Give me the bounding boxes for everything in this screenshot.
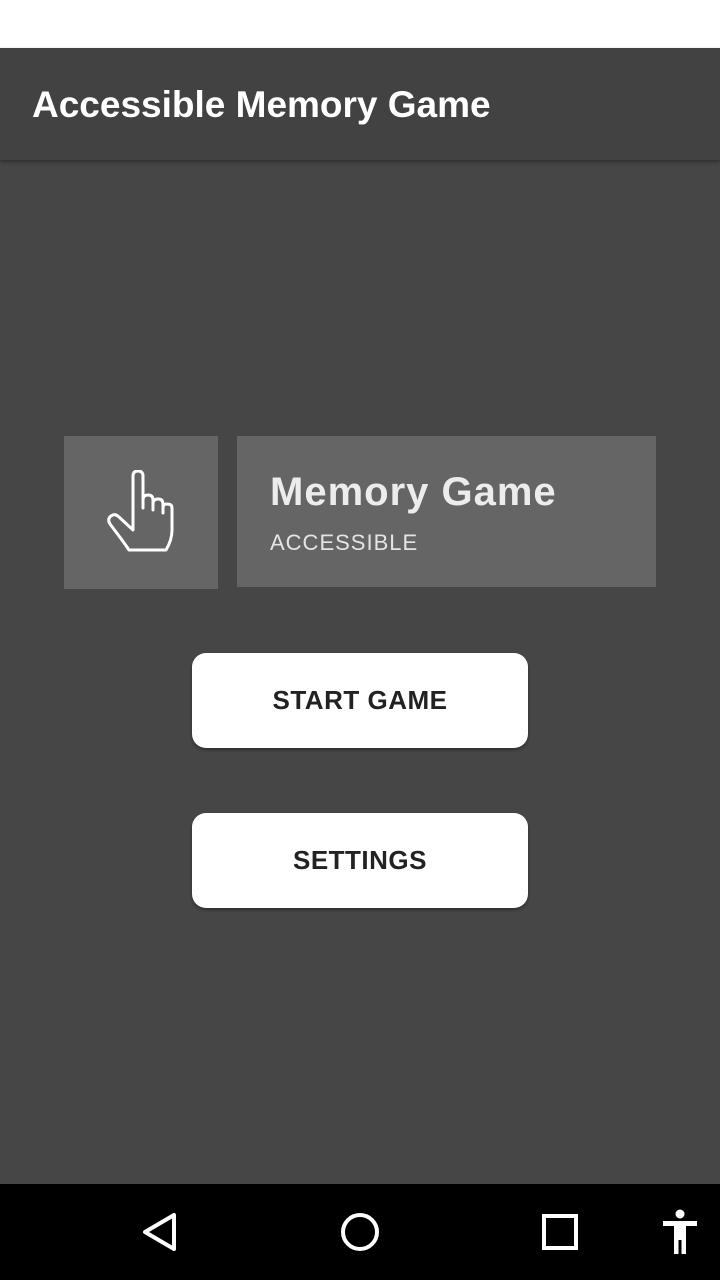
- home-button[interactable]: [320, 1184, 400, 1280]
- recents-button[interactable]: [520, 1184, 600, 1280]
- pointing-hand-icon: [107, 470, 174, 552]
- navigation-bar: [0, 1184, 720, 1280]
- start-game-button[interactable]: START GAME: [192, 653, 528, 748]
- logo-subtitle: ACCESSIBLE: [270, 530, 419, 555]
- back-triangle-icon: [143, 1213, 176, 1251]
- back-button[interactable]: [120, 1184, 200, 1280]
- recents-square-icon: [542, 1214, 578, 1250]
- settings-button[interactable]: SETTINGS: [192, 813, 528, 908]
- app-bar: Accessible Memory Game: [0, 48, 720, 160]
- logo-text-tile: Memory Game ACCESSIBLE: [237, 436, 656, 587]
- home-circle-icon: [341, 1213, 379, 1251]
- main-content: Memory Game ACCESSIBLE START GAME SETTIN…: [0, 160, 720, 1184]
- accessibility-button[interactable]: [640, 1184, 720, 1280]
- logo-title: Memory Game: [270, 470, 557, 514]
- status-bar: [0, 0, 720, 48]
- app-title: Accessible Memory Game: [32, 84, 491, 125]
- accessibility-person-icon: [663, 1209, 697, 1254]
- logo-icon-tile: [64, 436, 218, 589]
